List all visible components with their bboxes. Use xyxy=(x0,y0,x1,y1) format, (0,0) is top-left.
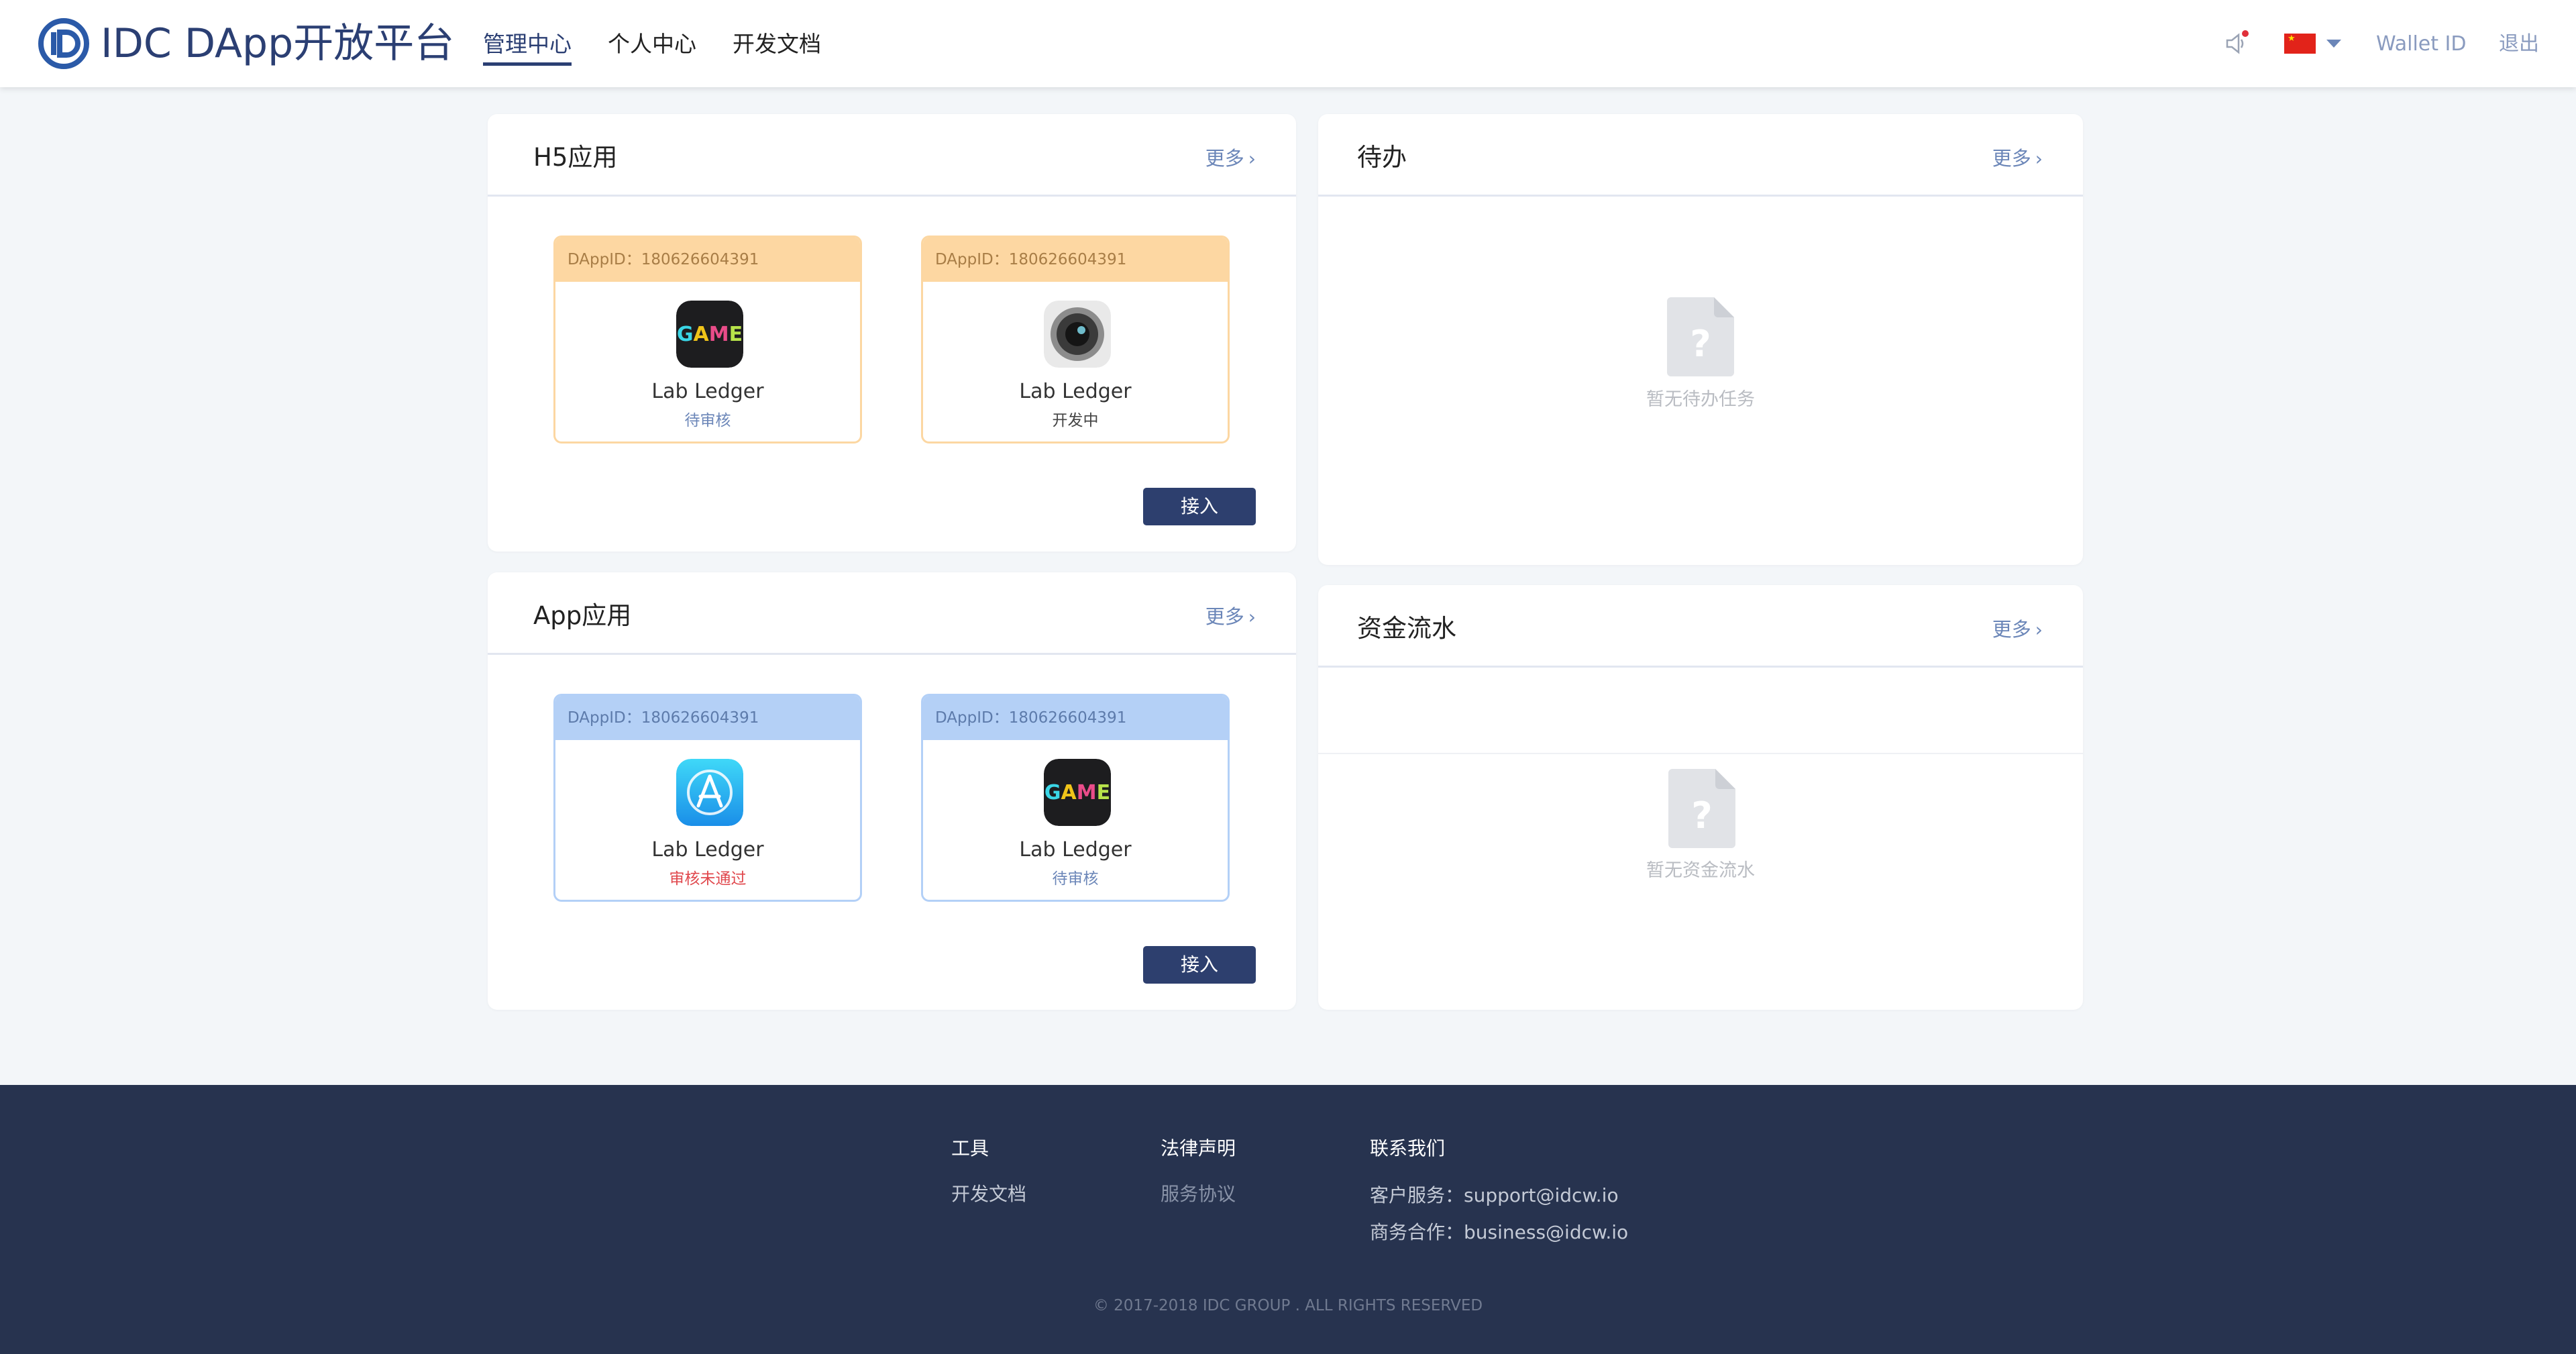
app-name: Lab Ledger xyxy=(1019,380,1132,403)
footer-support-email[interactable]: 客户服务：support@idcw.io xyxy=(1370,1182,1619,1209)
panel-header: App应用 更多 › xyxy=(488,572,1296,655)
more-label: 更多 xyxy=(1992,618,2031,641)
empty-document-icon: ? xyxy=(1667,297,1734,376)
app-name: Lab Ledger xyxy=(651,838,764,862)
notification-speaker-icon[interactable] xyxy=(2223,30,2250,56)
more-label: 更多 xyxy=(1205,605,1244,628)
more-link[interactable]: 更多 › xyxy=(1205,145,1256,172)
app-status: 待审核 xyxy=(1052,870,1099,888)
nav-item-docs[interactable]: 开发文档 xyxy=(733,27,821,62)
panel-title: 待办 xyxy=(1357,143,1407,172)
todo-panel: 待办 更多 › ? 暂无待办任务 xyxy=(1318,114,2083,565)
h5-apps-panel: H5应用 更多 › DAppID：180626604391 GAME Lab Le… xyxy=(488,114,1296,552)
panel-title: App应用 xyxy=(533,601,632,630)
panel-header: 资金流水 更多 › xyxy=(1318,585,2083,668)
logout-link[interactable]: 退出 xyxy=(2499,30,2539,59)
dapp-id: DAppID：180626604391 xyxy=(923,696,1228,740)
chevron-right-icon: › xyxy=(1248,148,1256,170)
china-flag-icon xyxy=(2284,34,2316,54)
app-name: Lab Ledger xyxy=(651,380,764,403)
nav-item-management[interactable]: 管理中心 xyxy=(483,27,572,66)
app-card[interactable]: DAppID：180626604391 Lab Ledger 审核未通过 xyxy=(553,694,862,902)
divider xyxy=(1318,753,2083,754)
brand-title[interactable]: IDC DApp开放平台 xyxy=(101,17,454,70)
join-button[interactable]: 接入 xyxy=(1143,946,1256,984)
funds-flow-panel: 资金流水 更多 › ? 暂无资金流水 xyxy=(1318,585,2083,1010)
svg-text:?: ? xyxy=(1690,323,1711,365)
dapp-id: DAppID：180626604391 xyxy=(923,238,1228,282)
idc-logo-icon[interactable] xyxy=(38,17,90,70)
camera-lens-icon xyxy=(1044,301,1111,368)
top-header: IDC DApp开放平台 管理中心 个人中心 开发文档 Wallet ID 退出 xyxy=(0,0,2576,87)
more-label: 更多 xyxy=(1205,147,1244,170)
nav-item-personal[interactable]: 个人中心 xyxy=(608,27,696,62)
footer-terms-link[interactable]: 服务协议 xyxy=(1161,1181,1236,1208)
app-status: 审核未通过 xyxy=(669,870,747,888)
app-card[interactable]: DAppID：180626604391 GAME Lab Ledger 待审核 xyxy=(921,694,1230,902)
language-selector[interactable] xyxy=(2284,34,2341,54)
dapp-id: DAppID：180626604391 xyxy=(555,238,860,282)
more-link[interactable]: 更多 › xyxy=(1992,145,2043,172)
app-card[interactable]: DAppID：180626604391 GAME Lab Ledger 待审核 xyxy=(553,236,862,444)
chevron-right-icon: › xyxy=(2035,148,2043,170)
panel-title: H5应用 xyxy=(533,143,618,172)
svg-text:GAME: GAME xyxy=(677,323,743,346)
main-nav: 管理中心 个人中心 开发文档 xyxy=(483,27,821,66)
dapp-id: DAppID：180626604391 xyxy=(555,696,860,740)
app-card[interactable]: DAppID：180626604391 Lab Ledger 开发中 xyxy=(921,236,1230,444)
chevron-right-icon: › xyxy=(2035,619,2043,641)
footer-docs-link[interactable]: 开发文档 xyxy=(951,1181,1026,1208)
footer-tools-heading: 工具 xyxy=(951,1137,989,1159)
footer-legal-heading: 法律声明 xyxy=(1161,1137,1236,1159)
app-store-icon xyxy=(676,759,743,826)
copyright-text: © 2017-2018 IDC GROUP . ALL RIGHTS RESER… xyxy=(1093,1297,1483,1314)
wallet-id-link[interactable]: Wallet ID xyxy=(2376,30,2467,59)
join-button[interactable]: 接入 xyxy=(1143,488,1256,525)
empty-message: 暂无待办任务 xyxy=(1646,389,1755,410)
panel-title: 资金流水 xyxy=(1357,614,1456,643)
more-link[interactable]: 更多 › xyxy=(1205,603,1256,631)
footer-contact-heading: 联系我们 xyxy=(1370,1137,1446,1159)
footer-business-email[interactable]: 商务合作：business@idcw.io xyxy=(1370,1219,1628,1246)
panel-header: 待办 更多 › xyxy=(1318,114,2083,197)
app-status: 开发中 xyxy=(1052,412,1099,429)
panel-header: H5应用 更多 › xyxy=(488,114,1296,197)
chevron-right-icon: › xyxy=(1248,606,1256,628)
empty-document-icon: ? xyxy=(1668,769,1735,848)
game-icon: GAME xyxy=(1044,759,1111,826)
svg-text:?: ? xyxy=(1691,794,1712,837)
chevron-down-icon xyxy=(2326,40,2341,48)
svg-text:GAME: GAME xyxy=(1044,781,1110,804)
app-apps-panel: App应用 更多 › DAppID：180626604391 Lab Ledger… xyxy=(488,572,1296,1010)
app-status: 待审核 xyxy=(684,412,731,429)
more-link[interactable]: 更多 › xyxy=(1992,616,2043,643)
empty-message: 暂无资金流水 xyxy=(1646,860,1755,881)
more-label: 更多 xyxy=(1992,147,2031,170)
game-icon: GAME xyxy=(676,301,743,368)
app-name: Lab Ledger xyxy=(1019,838,1132,862)
